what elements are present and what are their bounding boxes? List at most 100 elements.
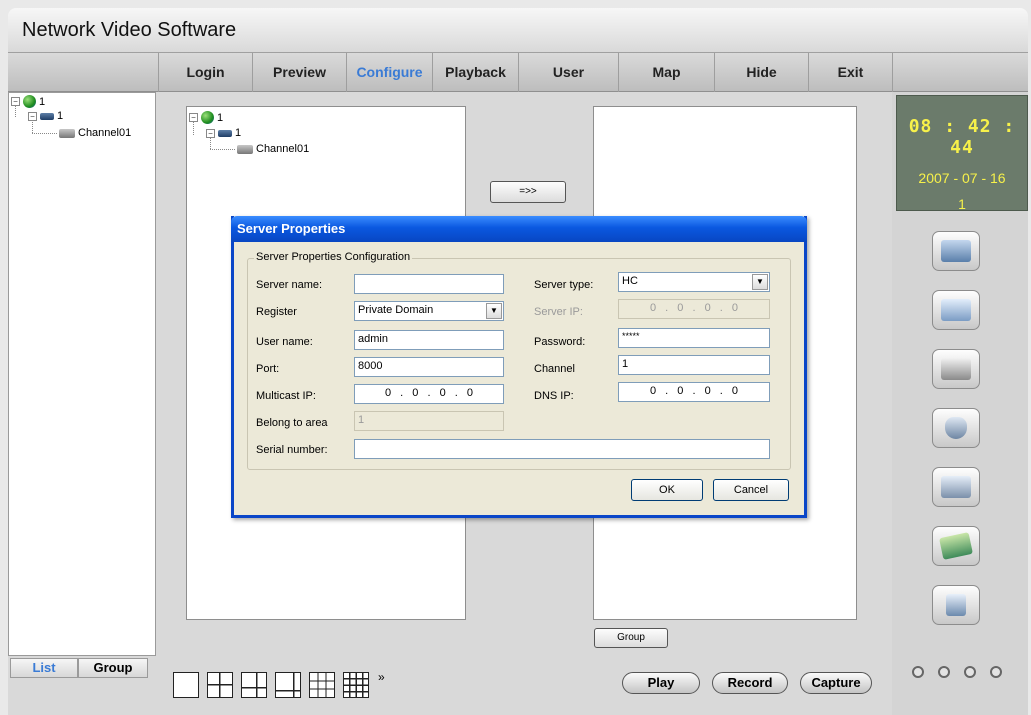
dns-ip-field[interactable]: 0 . 0 . 0 . 0 <box>618 382 770 402</box>
config-tree-device[interactable]: − 1 <box>206 127 241 139</box>
tab-list[interactable]: List <box>10 658 78 678</box>
search-config-icon <box>941 476 971 498</box>
security-config-icon <box>945 417 967 439</box>
channel-field[interactable]: 1 <box>618 355 770 375</box>
serial-number-label: Serial number: <box>256 444 328 456</box>
nav-login[interactable]: Login <box>158 53 252 92</box>
move-right-button[interactable]: =>> <box>490 181 566 203</box>
bottom-bar: List Group » Play Record Capture <box>8 656 892 715</box>
server-properties-group: Server Properties Configuration Server n… <box>247 251 791 470</box>
more-layouts-button[interactable]: » <box>378 670 385 684</box>
exit-config-button[interactable] <box>932 585 980 625</box>
device-icon <box>218 129 232 137</box>
main-nav: Login Preview Configure Playback User Ma… <box>8 52 1028 92</box>
chevron-down-icon[interactable]: ▼ <box>752 274 768 290</box>
port-field[interactable]: 8000 <box>354 357 504 377</box>
multicast-ip-label: Multicast IP: <box>256 390 316 402</box>
status-dot-4[interactable] <box>990 666 1002 678</box>
channel-label: Channel <box>534 363 575 375</box>
server-type-select[interactable]: HC ▼ <box>618 272 770 292</box>
map-config-icon <box>939 532 973 560</box>
layout-3x3-icon[interactable] <box>309 672 335 698</box>
register-label: Register <box>256 306 297 318</box>
nav-hide[interactable]: Hide <box>714 53 808 92</box>
layout-2x2-icon[interactable] <box>207 672 233 698</box>
collapse-icon[interactable]: − <box>189 113 198 122</box>
server-properties-dialog: Server Properties Server Properties Conf… <box>231 216 807 518</box>
tree-node-device[interactable]: − 1 <box>28 110 63 122</box>
password-field[interactable]: ***** <box>618 328 770 348</box>
record-button[interactable]: Record <box>712 672 788 694</box>
tree-node-root[interactable]: − 1 <box>11 95 45 108</box>
layout-1x1-icon[interactable] <box>173 672 199 698</box>
nav-map[interactable]: Map <box>618 53 714 92</box>
security-config-button[interactable] <box>932 408 980 448</box>
clock-time: 08 : 42 : 44 <box>908 116 1016 158</box>
belong-to-area-label: Belong to area <box>256 417 328 429</box>
monitor-config-button[interactable] <box>932 290 980 330</box>
nav-playback[interactable]: Playback <box>432 53 518 92</box>
right-panel: 08 : 42 : 44 2007 - 07 - 16 1 <box>892 92 1028 715</box>
config-tree-device-label: 1 <box>235 127 242 139</box>
dns-ip-label: DNS IP: <box>534 390 574 402</box>
status-dot-3[interactable] <box>964 666 976 678</box>
config-tree-channel-label: Channel01 <box>256 143 310 155</box>
layout-1plus7-icon[interactable] <box>275 672 301 698</box>
layout-4x4-icon[interactable] <box>343 672 369 698</box>
server-name-field[interactable] <box>354 274 504 294</box>
status-dot-1[interactable] <box>912 666 924 678</box>
serial-number-field[interactable] <box>354 439 770 459</box>
globe-icon <box>23 95 36 108</box>
clock-number: 1 <box>958 196 966 212</box>
clock-date: 2007 - 07 - 16 <box>918 170 1006 186</box>
nav-user[interactable]: User <box>518 53 618 92</box>
map-config-button[interactable] <box>932 526 980 566</box>
password-label: Password: <box>534 336 586 348</box>
nav-divider <box>892 53 893 92</box>
tab-group[interactable]: Group <box>78 658 148 678</box>
clock-display: 08 : 42 : 44 2007 - 07 - 16 1 <box>896 95 1028 212</box>
tree-node-channel[interactable]: Channel01 <box>59 127 131 139</box>
group-button[interactable]: Group <box>594 628 668 648</box>
nav-configure[interactable]: Configure <box>346 53 432 92</box>
status-dot-2[interactable] <box>938 666 950 678</box>
multicast-ip-field[interactable]: 0 . 0 . 0 . 0 <box>354 384 504 404</box>
network-config-button[interactable] <box>932 349 980 389</box>
camera-icon <box>237 144 253 154</box>
tree-root-label: 1 <box>39 95 46 108</box>
collapse-icon[interactable]: − <box>28 111 37 121</box>
device-icon <box>40 112 54 120</box>
port-label: Port: <box>256 363 280 375</box>
tree-connector <box>32 133 57 134</box>
capture-button[interactable]: Capture <box>800 672 872 694</box>
play-button[interactable]: Play <box>622 672 700 694</box>
register-select[interactable]: Private Domain ▼ <box>354 301 504 321</box>
exit-config-icon <box>946 594 966 616</box>
monitor-config-icon <box>941 299 971 321</box>
collapse-icon[interactable]: − <box>11 97 20 106</box>
search-config-button[interactable] <box>932 467 980 507</box>
camera-icon <box>59 128 75 138</box>
nav-exit[interactable]: Exit <box>808 53 892 92</box>
server-config-button[interactable] <box>932 231 980 271</box>
globe-icon <box>201 111 214 124</box>
chevron-down-icon[interactable]: ▼ <box>486 303 502 319</box>
collapse-icon[interactable]: − <box>206 128 215 138</box>
nav-preview[interactable]: Preview <box>252 53 346 92</box>
app-title: Network Video Software <box>22 19 237 41</box>
device-tree-panel: − 1 − 1 Channel01 <box>8 92 156 656</box>
server-type-label: Server type: <box>534 279 594 291</box>
belong-to-area-field: 1 <box>354 411 504 431</box>
ok-button[interactable]: OK <box>631 479 703 501</box>
server-type-value: HC <box>622 275 638 287</box>
user-name-field[interactable]: admin <box>354 330 504 350</box>
server-config-icon <box>941 240 971 262</box>
register-value: Private Domain <box>358 304 434 316</box>
app-title-bar: Network Video Software <box>8 8 1028 52</box>
group-title: Server Properties Configuration <box>254 251 413 263</box>
config-tree-root[interactable]: − 1 <box>189 111 223 124</box>
config-tree-channel[interactable]: Channel01 <box>237 143 309 155</box>
cancel-button[interactable]: Cancel <box>713 479 789 501</box>
tree-connector <box>210 149 235 150</box>
layout-1plus5-icon[interactable] <box>241 672 267 698</box>
